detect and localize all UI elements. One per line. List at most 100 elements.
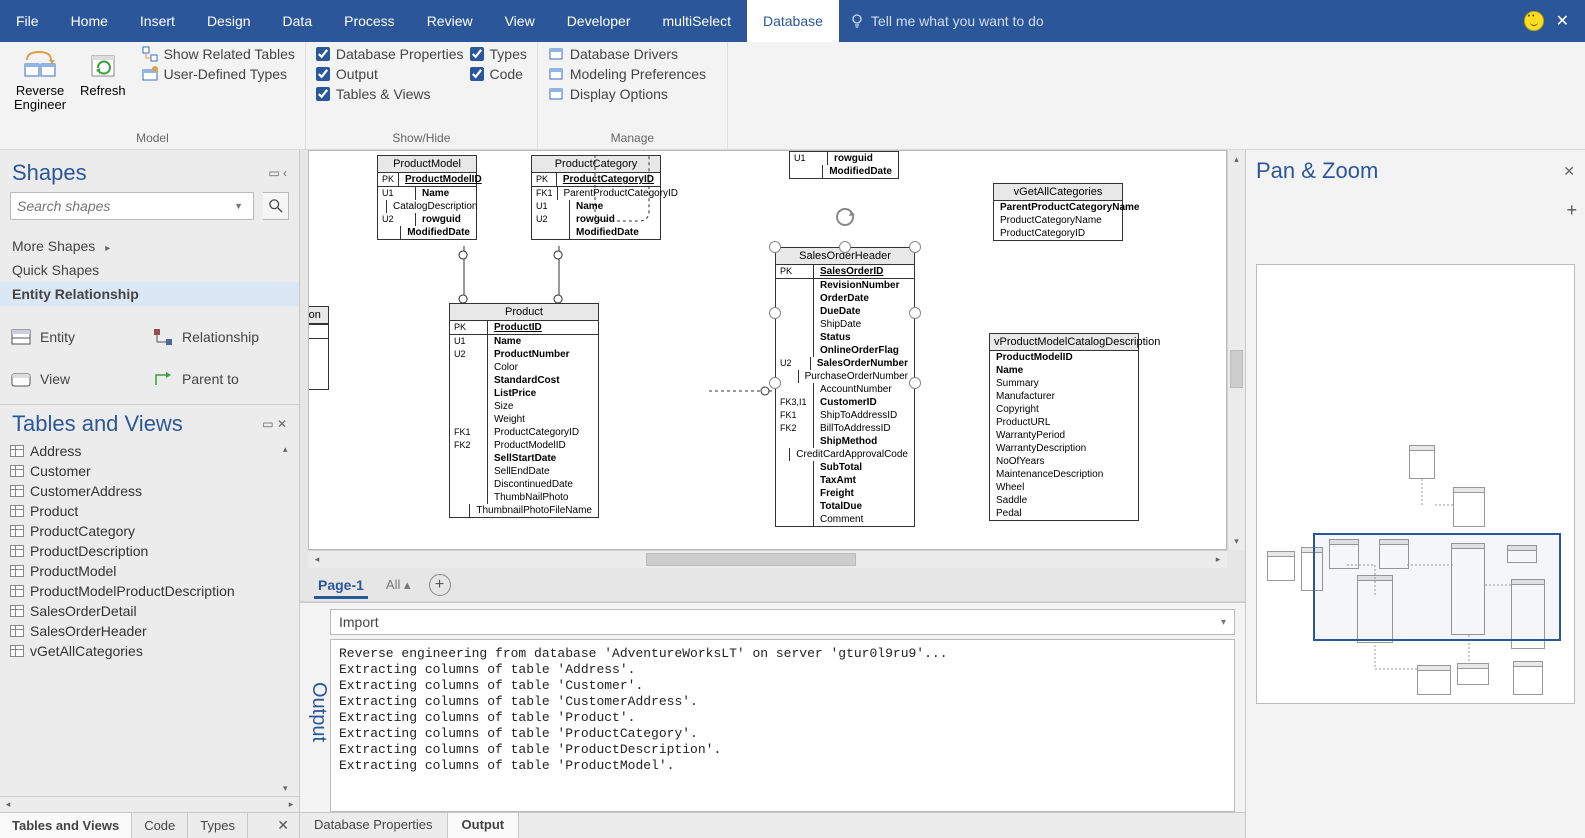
selection-handle[interactable]: [769, 377, 781, 389]
bottom-tab[interactable]: Tables and Views: [0, 813, 132, 838]
selection-handle[interactable]: [769, 241, 781, 253]
entity-Product[interactable]: ProductPKProductIDU1NameU2ProductNumberC…: [449, 303, 599, 518]
canvas[interactable]: ptionID ProductModelPKProductModelIDU1Nam…: [300, 150, 1245, 568]
refresh-button[interactable]: Refresh: [76, 46, 130, 100]
tables-scrollbar[interactable]: ▴ ▾: [283, 441, 299, 796]
refresh-icon: [88, 50, 118, 80]
output-filter-dropdown[interactable]: Import ▾: [330, 609, 1235, 635]
table-item[interactable]: ProductCategory: [10, 521, 299, 541]
table-item[interactable]: Customer: [10, 461, 299, 481]
reverse-engineer-button[interactable]: Reverse Engineer: [10, 46, 70, 114]
display-options[interactable]: Display Options: [548, 86, 706, 102]
shape-entity[interactable]: Entity: [10, 318, 140, 356]
selection-handle[interactable]: [769, 307, 781, 319]
menu-tab-view[interactable]: View: [489, 0, 551, 42]
pan-zoom-panel: Pan & Zoom ✕ +: [1245, 150, 1585, 838]
shapes-collapse-icon[interactable]: ▭ ‹: [268, 166, 287, 180]
gear-icon: [548, 66, 564, 82]
shapes-nav-item[interactable]: Entity Relationship: [0, 282, 299, 306]
user-defined-types[interactable]: User-Defined Types: [142, 66, 295, 82]
shape-view[interactable]: View: [10, 360, 140, 398]
hscroll-right-icon[interactable]: ▸: [283, 799, 299, 810]
close-icon[interactable]: ✕: [1556, 11, 1569, 31]
page-tab[interactable]: Page-1: [314, 571, 368, 599]
menu-tab-file[interactable]: File: [0, 0, 55, 42]
selection-handle[interactable]: [909, 377, 921, 389]
bottom-tab[interactable]: Code: [132, 813, 188, 838]
table-item[interactable]: ProductModelProductDescription: [10, 581, 299, 601]
chk-types[interactable]: Types: [470, 46, 527, 62]
menu-tab-developer[interactable]: Developer: [551, 0, 647, 42]
menu-tab-review[interactable]: Review: [411, 0, 489, 42]
entity-vProductModelCatalogDescription[interactable]: vProductModelCatalogDescriptionProductMo…: [989, 333, 1139, 521]
panzoom-close-icon[interactable]: ✕: [1563, 163, 1575, 180]
shape-view-icon: [10, 370, 32, 388]
table-icon: [10, 625, 24, 637]
user-types-icon: [142, 66, 158, 82]
shape-relationship[interactable]: Relationship: [152, 318, 282, 356]
entity-vGetAllCategories[interactable]: vGetAllCategoriesParentProductCategoryNa…: [993, 183, 1123, 241]
table-item[interactable]: Address: [10, 441, 299, 461]
search-button[interactable]: [263, 192, 289, 220]
tables-panel-controls[interactable]: ▭ ✕: [262, 417, 287, 431]
table-icon: [10, 465, 24, 477]
panzoom-title: Pan & Zoom: [1256, 158, 1378, 184]
selection-handle[interactable]: [909, 307, 921, 319]
search-shapes-input[interactable]: [10, 192, 254, 220]
menu-tab-insert[interactable]: Insert: [124, 0, 191, 42]
pages-all[interactable]: All ▴: [386, 577, 411, 593]
bottom-tab[interactable]: Types: [188, 813, 248, 838]
database-drivers[interactable]: Database Drivers: [548, 46, 706, 62]
table-item[interactable]: CustomerAddress: [10, 481, 299, 501]
table-item[interactable]: SalesOrderDetail: [10, 601, 299, 621]
selection-handle[interactable]: [909, 241, 921, 253]
tables-panel-title: Tables and Views: [12, 411, 183, 437]
menu-tab-process[interactable]: Process: [328, 0, 411, 42]
panzoom-minimap[interactable]: [1256, 264, 1575, 704]
entity-ProductCategory[interactable]: ProductCategoryPKProductCategoryIDFK1Par…: [531, 155, 661, 240]
dock-tab[interactable]: Database Properties: [300, 813, 448, 838]
table-icon: [10, 645, 24, 657]
table-item[interactable]: ProductModel: [10, 561, 299, 581]
entity-partial[interactable]: ptionID: [308, 306, 329, 390]
selection-handle[interactable]: [839, 241, 851, 253]
shape-parent-to[interactable]: Parent to: [152, 360, 282, 398]
feedback-smiley-icon[interactable]: [1524, 11, 1544, 31]
menu-tab-home[interactable]: Home: [55, 0, 124, 42]
horizontal-scrollbar[interactable]: ◂ ▸: [308, 550, 1227, 568]
menu-tab-database[interactable]: Database: [747, 0, 839, 42]
tell-me-search[interactable]: Tell me what you want to do: [849, 0, 1524, 42]
panel-close-icon[interactable]: ✕: [267, 813, 299, 838]
add-page-button[interactable]: +: [429, 574, 451, 596]
shapes-nav-item[interactable]: Quick Shapes: [12, 258, 287, 282]
chk-tables-views[interactable]: Tables & Views: [316, 86, 464, 102]
menu-tab-multiselect[interactable]: multiSelect: [647, 0, 747, 42]
modeling-preferences[interactable]: Modeling Preferences: [548, 66, 706, 82]
vertical-scrollbar[interactable]: ▴ ▾: [1227, 150, 1245, 550]
show-related-tables[interactable]: Show Related Tables: [142, 46, 295, 62]
rotate-icon[interactable]: [833, 205, 857, 229]
menu-tab-data[interactable]: Data: [267, 0, 329, 42]
page-tabs: Page-1 All ▴ +: [300, 568, 1245, 602]
table-item[interactable]: SalesOrderHeader: [10, 621, 299, 641]
output-log[interactable]: Reverse engineering from database 'Adven…: [330, 639, 1235, 812]
entity-HeaderTopFrag[interactable]: U1rowguidModifiedDate: [789, 151, 899, 179]
ribbon-group-label: Show/Hide: [316, 129, 527, 147]
table-item[interactable]: ProductDescription: [10, 541, 299, 561]
gear-icon: [548, 86, 564, 102]
menu-tab-design[interactable]: Design: [191, 0, 267, 42]
dock-tab[interactable]: Output: [448, 813, 520, 838]
table-item[interactable]: Product: [10, 501, 299, 521]
hscroll-left-icon[interactable]: ◂: [0, 799, 16, 810]
chk-code[interactable]: Code: [470, 66, 527, 82]
panzoom-viewport[interactable]: [1313, 533, 1561, 641]
panzoom-add-icon[interactable]: +: [1566, 200, 1577, 221]
chk-db-properties[interactable]: Database Properties: [316, 46, 464, 62]
table-icon: [10, 585, 24, 597]
table-icon: [10, 605, 24, 617]
shapes-nav-item[interactable]: More Shapes: [12, 234, 287, 258]
table-item[interactable]: vGetAllCategories: [10, 641, 299, 661]
entity-ProductModel[interactable]: ProductModelPKProductModelIDU1NameCatalo…: [377, 155, 477, 240]
chk-output[interactable]: Output: [316, 66, 464, 82]
entity-SalesOrderHeader[interactable]: SalesOrderHeaderPKSalesOrderIDRevisionNu…: [775, 247, 915, 527]
